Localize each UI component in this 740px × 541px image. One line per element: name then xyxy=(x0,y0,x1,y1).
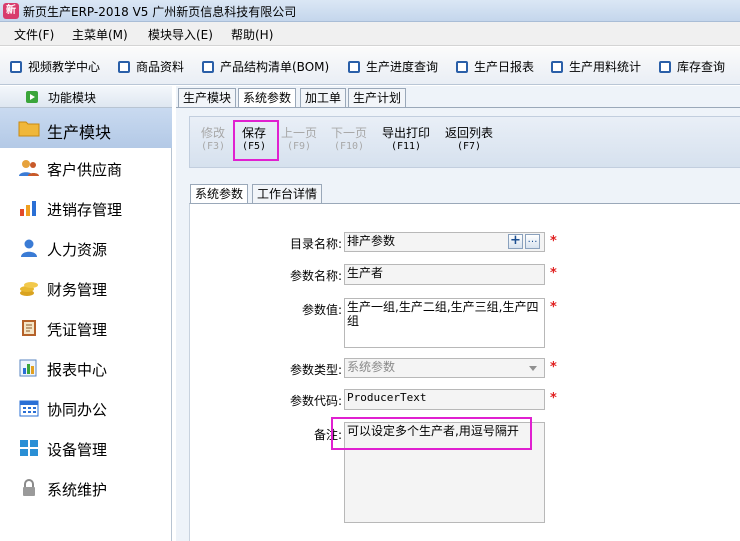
menu-file[interactable]: 文件(F) xyxy=(14,26,54,43)
back-to-list-button[interactable]: 返回列表 (F7) xyxy=(445,127,493,153)
menu-help[interactable]: 帮助(H) xyxy=(231,26,273,43)
sidebar-item-finance[interactable]: 财务管理 xyxy=(0,268,172,308)
folder-icon xyxy=(18,119,40,139)
tab-production-plan[interactable]: 生产计划 xyxy=(348,88,407,107)
sidebar-item-equipment[interactable]: 设备管理 xyxy=(0,428,172,468)
sidebar-header-label: 功能模块 xyxy=(48,91,97,105)
form-panel: 目录名称: 排产参数 + … * 参数名称: 生产者 * 参数值: 生产一组,生… xyxy=(189,203,740,541)
tab-system-params[interactable]: 系统参数 xyxy=(238,88,297,108)
sidebar-item-reports[interactable]: 报表中心 xyxy=(0,348,172,388)
browse-icon[interactable]: … xyxy=(525,234,540,249)
notebook-icon xyxy=(18,319,40,339)
catalog-label: 目录名称: xyxy=(289,237,342,251)
param-name-label: 参数名称: xyxy=(289,269,342,283)
menu-module-import[interactable]: 模块导入(E) xyxy=(148,26,213,43)
app-logo-icon: 新 xyxy=(3,3,19,19)
toolbar-video-tutorial-button[interactable]: 视频教学中心 xyxy=(10,58,100,76)
command-bar: 修改 (F3) 保存 (F5) 上一页 (F9) 下一页 (F10) 导出打印 … xyxy=(189,116,740,168)
toolbar-daily-report-button[interactable]: 生产日报表 xyxy=(456,58,534,76)
param-code-field[interactable]: ProducerText xyxy=(344,389,545,410)
person-icon xyxy=(18,239,40,259)
report-icon xyxy=(18,359,40,379)
param-name-field[interactable]: 生产者 xyxy=(344,264,545,285)
coins-icon xyxy=(18,279,40,299)
checkbox-icon xyxy=(202,61,214,73)
sidebar-item-collaboration[interactable]: 协同办公 xyxy=(0,388,172,428)
toolbar-progress-query-button[interactable]: 生产进度查询 xyxy=(348,58,438,76)
remark-textarea[interactable]: 可以设定多个生产者,用逗号隔开 xyxy=(344,422,545,523)
save-button[interactable]: 保存 (F5) xyxy=(242,127,266,153)
tab-inner-system-params[interactable]: 系统参数 xyxy=(190,184,249,204)
lock-icon xyxy=(18,479,40,499)
main-area: 生产模块 系统参数 加工单 生产计划 修改 (F3) 保存 (F5) 上一页 (… xyxy=(176,86,740,541)
sidebar-item-inventory[interactable]: 进销存管理 xyxy=(0,188,172,228)
checkbox-icon xyxy=(659,61,671,73)
add-icon[interactable]: + xyxy=(508,234,523,249)
param-type-label: 参数类型: xyxy=(289,363,342,377)
param-value-textarea[interactable]: 生产一组,生产二组,生产三组,生产四组 xyxy=(344,298,545,348)
sidebar-item-customers-suppliers[interactable]: 客户供应商 xyxy=(0,148,172,188)
tab-inner-workbench-detail[interactable]: 工作台详情 xyxy=(252,184,323,203)
toolbar-inventory-query-button[interactable]: 库存查询 xyxy=(659,58,725,76)
sidebar-item-hr[interactable]: 人力资源 xyxy=(0,228,172,268)
required-icon: * xyxy=(550,234,557,249)
checkbox-icon xyxy=(348,61,360,73)
sidebar: 功能模块 生产模块 客户供应商 进销存管理 人力资源 财务管理 凭证管理 报表中… xyxy=(0,86,172,541)
checkbox-icon xyxy=(118,61,130,73)
tabs-divider xyxy=(176,107,740,108)
title-bar: 新 新页生产ERP-2018 V5 广州新页信息科技有限公司 xyxy=(0,0,740,22)
detail-panel: 系统参数 工作台详情 目录名称: 排产参数 + … * 参数名称: 生产者 * … xyxy=(189,184,740,541)
required-icon: * xyxy=(550,391,557,406)
next-page-button[interactable]: 下一页 (F10) xyxy=(331,127,367,153)
export-print-button[interactable]: 导出打印 (F11) xyxy=(382,127,430,153)
prev-page-button[interactable]: 上一页 (F9) xyxy=(281,127,317,153)
quick-toolbar: 视频教学中心 商品资料 产品结构清单(BOM) 生产进度查询 生产日报表 生产用… xyxy=(0,47,740,85)
bar-chart-icon xyxy=(18,199,40,219)
sidebar-item-production[interactable]: 生产模块 xyxy=(0,108,172,148)
param-code-label: 参数代码: xyxy=(289,394,342,408)
users-icon xyxy=(18,159,40,179)
param-type-select[interactable]: 系统参数 xyxy=(344,358,545,378)
toolbar-bom-button[interactable]: 产品结构清单(BOM) xyxy=(202,58,329,76)
sidebar-item-vouchers[interactable]: 凭证管理 xyxy=(0,308,172,348)
menu-bar: 文件(F) 主菜单(M) 模块导入(E) 帮助(H) xyxy=(0,22,740,46)
checkbox-icon xyxy=(551,61,563,73)
chevron-down-icon[interactable] xyxy=(529,366,537,371)
remark-label: 备注: xyxy=(313,428,342,442)
play-icon xyxy=(26,91,38,103)
calendar-icon xyxy=(18,399,40,419)
toolbar-material-stats-button[interactable]: 生产用料统计 xyxy=(551,58,641,76)
required-icon: * xyxy=(550,300,557,315)
sidebar-header: 功能模块 xyxy=(0,86,172,108)
tab-production[interactable]: 生产模块 xyxy=(178,88,237,107)
required-icon: * xyxy=(550,360,557,375)
edit-button[interactable]: 修改 (F3) xyxy=(201,127,225,153)
sidebar-item-system[interactable]: 系统维护 xyxy=(0,468,172,508)
tab-work-order[interactable]: 加工单 xyxy=(300,88,347,107)
checkbox-icon xyxy=(456,61,468,73)
required-icon: * xyxy=(550,266,557,281)
toolbar-product-data-button[interactable]: 商品资料 xyxy=(118,58,184,76)
menu-main[interactable]: 主菜单(M) xyxy=(72,26,128,43)
windows-icon xyxy=(18,439,40,459)
window-title: 新页生产ERP-2018 V5 广州新页信息科技有限公司 xyxy=(23,5,297,19)
checkbox-icon xyxy=(10,61,22,73)
param-value-label: 参数值: xyxy=(301,303,342,317)
